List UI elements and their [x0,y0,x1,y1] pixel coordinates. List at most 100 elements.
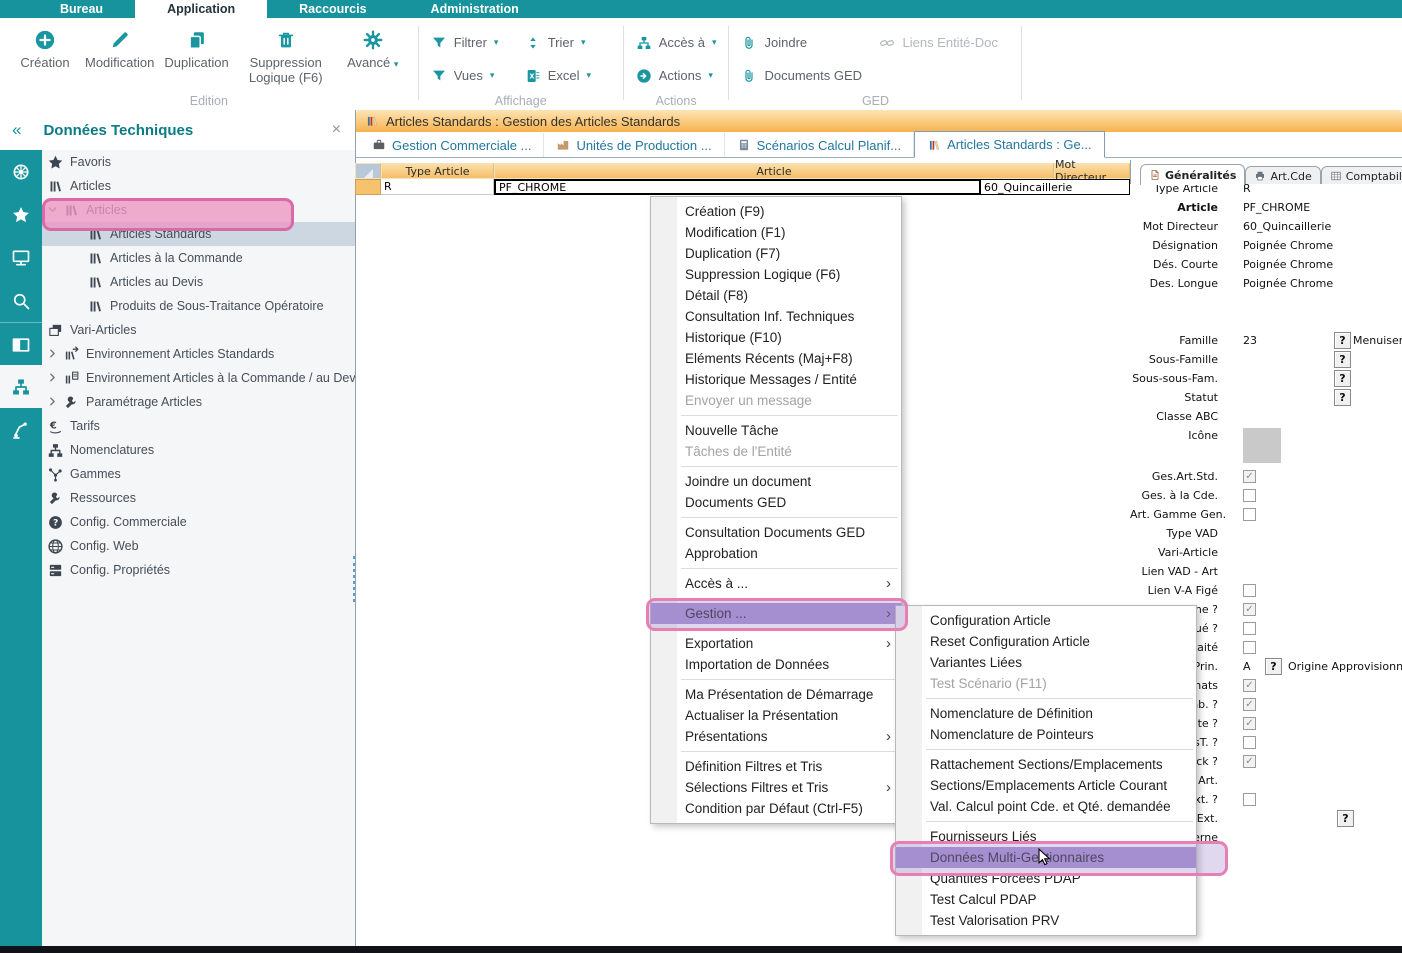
topbar-tab-raccourcis[interactable]: Raccourcis [267,0,398,18]
submenu-item-donnees-multi-gestionnaires[interactable]: Données Multi-Gestionnaires [896,847,1196,868]
checkbox-s-traite[interactable] [1243,641,1256,654]
ribbon-button-acces-a[interactable]: Accès à▾ [636,35,717,51]
context-menu-item-condition-par-defaut-ctrl-f5[interactable]: Condition par Défaut (Ctrl-F5) [651,798,901,819]
grid-cell-mot-directeur[interactable]: 60_Quincaillerie [981,179,1130,195]
tree-item-ressources[interactable]: Ressources [42,486,355,510]
ribbon-button-vues[interactable]: Vues▾ [431,68,517,84]
topbar-tab-application[interactable]: Application [135,0,267,18]
submenu-item-test-calcul-pdap[interactable]: Test Calcul PDAP [896,889,1196,910]
rail-icon-search[interactable] [0,279,42,322]
ribbon-button-creation[interactable]: Création [10,22,80,88]
rail-icon-wheel[interactable] [0,150,42,193]
checkbox-achats[interactable]: ✓ [1243,679,1256,692]
context-menu-item-ma-presentation-de-demarrage[interactable]: Ma Présentation de Démarrage [651,684,901,705]
lookup-help-button[interactable]: ? [1334,332,1351,349]
ribbon-button-actions[interactable]: Actions▾ [636,68,714,84]
context-menu-item-acces-a[interactable]: Accès à ...› [651,573,901,594]
rail-icon-star[interactable] [0,193,42,236]
ribbon-button-suppression-logique-f6[interactable]: Suppression Logique (F6) [234,22,338,88]
context-menu-item-consultation-documents-ged[interactable]: Consultation Documents GED [651,522,901,543]
tree-item-environnement-articles-standards[interactable]: Environnement Articles Standards [42,342,355,366]
checkbox-ext[interactable] [1243,793,1256,806]
submenu-item-rattachement-sections-emplacements[interactable]: Rattachement Sections/Emplacements [896,754,1196,775]
tree-item-articles[interactable]: Articles [42,198,355,222]
context-menu-item-historique-f10[interactable]: Historique (F10) [651,327,901,348]
context-menu-item-importation-de-donnees[interactable]: Importation de Données [651,654,901,675]
grid-header-mot-directeur[interactable]: Mot Directeur [1054,163,1130,179]
close-sidebar-icon[interactable]: × [332,121,341,139]
ribbon-button-excel[interactable]: XExcel▾ [525,68,611,84]
topbar-tab-administration[interactable]: Administration [399,0,551,18]
grid-cell-article[interactable]: PF_CHROME [494,179,981,195]
checkbox-fab[interactable]: ✓ [1243,698,1256,711]
tree-item-vari-articles[interactable]: Vari-Articles [42,318,355,342]
context-menu-item-selections-filtres-et-tris[interactable]: Sélections Filtres et Tris› [651,777,901,798]
checkbox-onne[interactable]: ✓ [1243,603,1256,616]
submenu-item-variantes-liees[interactable]: Variantes Liées [896,652,1196,673]
document-tab-unites-de-production[interactable]: Unités de Production ... [544,133,724,157]
document-tab-gestion-commerciale[interactable]: Gestion Commerciale ... [360,133,544,157]
ribbon-button-filtrer[interactable]: Filtrer▾ [431,35,517,51]
ribbon-button-avance[interactable]: Avancé ▾ [338,22,408,88]
tree-item-articles[interactable]: Articles [42,174,355,198]
context-menu-item-consultation-inf-techniques[interactable]: Consultation Inf. Techniques [651,306,901,327]
ribbon-button-modification[interactable]: Modification [80,22,159,88]
checkbox-rique[interactable] [1243,622,1256,635]
lookup-help-button[interactable]: ? [1334,370,1351,387]
checkbox-art-gamme-gen[interactable] [1243,508,1256,521]
tree-item-articles-au-devis[interactable]: Articles au Devis [42,270,355,294]
context-menu-item-duplication-f7[interactable]: Duplication (F7) [651,243,901,264]
tree-item-config-web[interactable]: Config. Web [42,534,355,558]
tree-item-favoris[interactable]: Favoris [42,150,355,174]
context-menu-item-definition-filtres-et-tris[interactable]: Définition Filtres et Tris [651,756,901,777]
context-menu-item-joindre-un-document[interactable]: Joindre un document [651,471,901,492]
document-tab-scenarios-calcul-planif[interactable]: Scénarios Calcul Planif... [725,133,915,157]
context-menu-item-approbation[interactable]: Approbation [651,543,901,564]
submenu-item-nomenclature-de-definition[interactable]: Nomenclature de Définition [896,703,1196,724]
checkbox-ente[interactable]: ✓ [1243,717,1256,730]
tree-item-config-proprietes[interactable]: Config. Propriétés [42,558,355,582]
submenu-item-quantites-forcees-pdap[interactable]: Quantités Forcées PDAP [896,868,1196,889]
context-menu-item-detail-f8[interactable]: Détail (F8) [651,285,901,306]
checkbox-ges-art-std[interactable]: ✓ [1243,470,1256,483]
rail-icon-monitor[interactable] [0,236,42,279]
checkbox-tock[interactable]: ✓ [1243,755,1256,768]
tree-item-produits-de-sous-traitance-operatoire[interactable]: Produits de Sous-Traitance Opératoire [42,294,355,318]
context-menu-item-exportation[interactable]: Exportation› [651,633,901,654]
rail-icon-sitemap[interactable] [0,365,42,408]
checkbox-ges-a-la-cde[interactable] [1243,489,1256,502]
lookup-help-button[interactable]: ? [1265,658,1282,675]
topbar-tab-bureau[interactable]: Bureau [28,0,135,18]
context-menu-item-documents-ged[interactable]: Documents GED [651,492,901,513]
lookup-help-button[interactable]: ? [1337,810,1354,827]
submenu-item-sections-emplacements-article-courant[interactable]: Sections/Emplacements Article Courant [896,775,1196,796]
context-menu-item-actualiser-la-presentation[interactable]: Actualiser la Présentation [651,705,901,726]
submenu-item-val-calcul-point-cde-et-qte-demandee[interactable]: Val. Calcul point Cde. et Qté. demandée [896,796,1196,817]
rail-icon-robot[interactable] [0,408,42,451]
grid-cell-type-article[interactable]: R [381,179,494,195]
tree-item-parametrage-articles[interactable]: Paramétrage Articles [42,390,355,414]
context-menu-item-creation-f9[interactable]: Création (F9) [651,201,901,222]
document-tab-articles-standards-ge[interactable]: Articles Standards : Ge... [914,131,1105,158]
checkbox-lien-v-a-fige[interactable] [1243,584,1256,597]
submenu-item-test-valorisation-prv[interactable]: Test Valorisation PRV [896,910,1196,931]
submenu-item-nomenclature-de-pointeurs[interactable]: Nomenclature de Pointeurs [896,724,1196,745]
grid-row-selector[interactable] [355,179,381,195]
ribbon-button-documents-ged[interactable]: Documents GED [741,68,871,84]
ribbon-button-trier[interactable]: Trier▾ [525,35,611,51]
lookup-help-button[interactable]: ? [1334,351,1351,368]
tree-item-articles-a-la-commande[interactable]: Articles à la Commande [42,246,355,270]
context-menu-item-modification-f1[interactable]: Modification (F1) [651,222,901,243]
submenu-item-fournisseurs-lies[interactable]: Fournisseurs Liés [896,826,1196,847]
submenu-item-reset-configuration-article[interactable]: Reset Configuration Article [896,631,1196,652]
context-menu-item-historique-messages-entite[interactable]: Historique Messages / Entité [651,369,901,390]
tree-item-environnement-articles-a-la-commande-au-devis[interactable]: Environnement Articles à la Commande / a… [42,366,355,390]
context-menu-item-suppression-logique-f6[interactable]: Suppression Logique (F6) [651,264,901,285]
checkbox-sst[interactable] [1243,736,1256,749]
collapse-sidebar-icon[interactable]: « [12,120,21,140]
ribbon-button-duplication[interactable]: Duplication [159,22,233,88]
lookup-help-button[interactable]: ? [1334,389,1351,406]
grid-select-all[interactable] [355,163,381,179]
panel-tab-art-cde[interactable]: Art.Cde [1245,166,1320,185]
tree-item-gammes[interactable]: Gammes [42,462,355,486]
